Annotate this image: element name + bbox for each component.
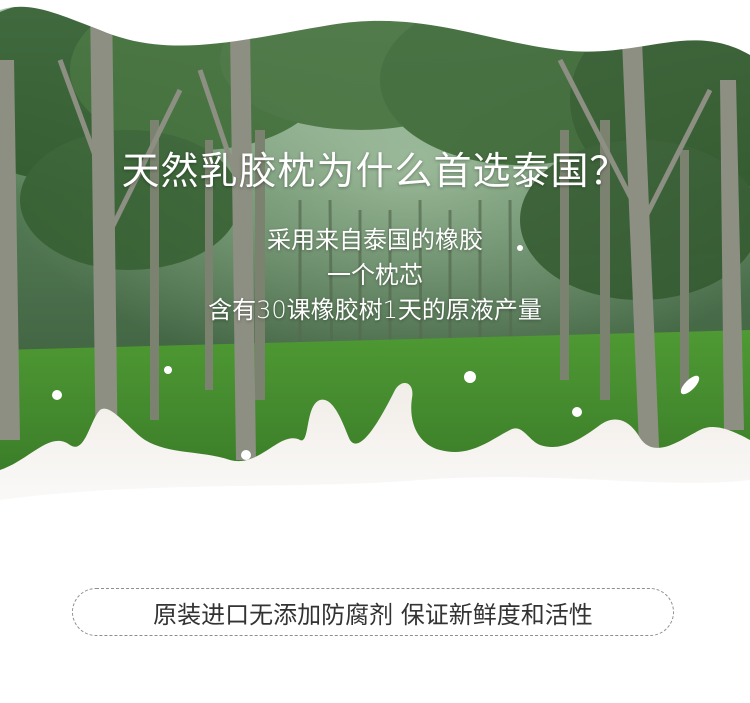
feature-banner: 原装进口无添加防腐剂 保证新鲜度和活性 (72, 588, 674, 636)
hero-subline-1: 采用来自泰国的橡胶 (267, 226, 483, 254)
hero-subline-3: 含有30课橡胶树1天的原液产量 (208, 296, 542, 324)
feature-banner-text: 原装进口无添加防腐剂 保证新鲜度和活性 (153, 600, 593, 629)
rubber-plantation-hero: 天然乳胶枕为什么首选泰国？ 采用来自泰国的橡胶 一个枕芯 含有30课橡胶树1天的… (0, 0, 750, 560)
product-detail-page: 天然乳胶枕为什么首选泰国？ 采用来自泰国的橡胶 一个枕芯 含有30课橡胶树1天的… (0, 0, 750, 703)
hero-subline-2: 一个枕芯 (327, 261, 423, 289)
hero-headline: 天然乳胶枕为什么首选泰国？ (121, 149, 629, 193)
